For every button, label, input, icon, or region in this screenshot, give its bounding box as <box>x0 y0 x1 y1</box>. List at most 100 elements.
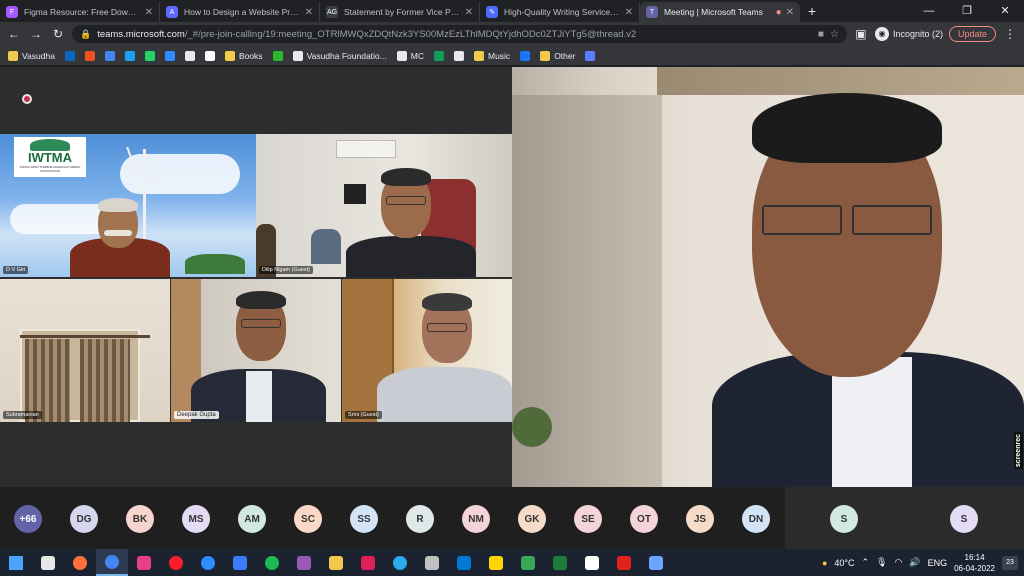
participant-avatar[interactable]: SC <box>294 505 322 533</box>
bookmark-item[interactable] <box>204 50 215 61</box>
lock-icon[interactable]: 🔒 <box>80 29 91 40</box>
active-speaker-tile[interactable]: screenrec <box>512 67 1024 487</box>
participant-avatar[interactable]: SE <box>574 505 602 533</box>
participant-avatar[interactable]: JS <box>686 505 714 533</box>
chrome-icon[interactable] <box>96 549 128 576</box>
bookmark-label: Other <box>554 50 576 61</box>
bookmark-item[interactable] <box>585 50 596 61</box>
forward-arrow-icon[interactable]: → <box>28 27 44 41</box>
menu-kebab-icon[interactable]: ⋮ <box>1002 27 1018 41</box>
chevron-up-icon[interactable]: ⌃ <box>862 557 870 568</box>
bookmark-item[interactable] <box>124 50 135 61</box>
participant-avatar[interactable]: R <box>406 505 434 533</box>
weather-temp[interactable]: 40°C <box>834 558 854 568</box>
bookmark-star-icon[interactable]: ☆ <box>830 29 839 40</box>
video-tile-srini[interactable]: Srini (Guest) <box>342 279 512 422</box>
clock[interactable]: 16:14 06-04-2022 <box>954 552 995 574</box>
notes-icon[interactable] <box>224 549 256 576</box>
bookmark-item[interactable]: Other <box>540 50 576 61</box>
volume-icon[interactable]: 🔊 <box>909 557 920 568</box>
bookmark-item[interactable] <box>64 50 75 61</box>
back-arrow-icon[interactable]: ← <box>6 27 22 41</box>
participant-avatar[interactable]: DN <box>742 505 770 533</box>
update-button[interactable]: Update <box>948 26 996 42</box>
bookmark-item[interactable] <box>164 50 175 61</box>
close-icon[interactable]: ✕ <box>465 7 473 18</box>
excel-icon[interactable] <box>544 549 576 576</box>
folder-icon[interactable] <box>320 549 352 576</box>
bookmark-item[interactable] <box>184 50 195 61</box>
notifications-button[interactable]: 23 <box>1002 555 1018 570</box>
close-icon[interactable]: ✕ <box>625 7 633 18</box>
slack-icon[interactable] <box>352 549 384 576</box>
reload-icon[interactable]: ↻ <box>50 27 66 41</box>
sticky-notes-icon[interactable] <box>480 549 512 576</box>
bookmark-item[interactable]: Music <box>473 50 510 61</box>
close-window-button[interactable]: ✕ <box>986 0 1024 22</box>
close-icon[interactable]: ✕ <box>786 7 794 18</box>
camera-icon[interactable]: ■ <box>818 29 824 40</box>
weather-icon[interactable]: ● <box>822 558 827 568</box>
firefox-icon[interactable] <box>64 549 96 576</box>
telegram-icon[interactable] <box>384 549 416 576</box>
bookmark-item[interactable]: Books <box>224 50 263 61</box>
bookmark-item[interactable] <box>84 50 95 61</box>
bookmark-item[interactable] <box>520 50 531 61</box>
language-indicator[interactable]: ENG <box>928 558 948 568</box>
bookmark-item[interactable] <box>453 50 464 61</box>
files-icon[interactable] <box>640 549 672 576</box>
network-icon[interactable]: ◠ <box>894 557 902 568</box>
windows-icon[interactable] <box>0 549 32 576</box>
participant-avatar[interactable]: +66 <box>14 505 42 533</box>
participant-avatar[interactable]: SS <box>350 505 378 533</box>
bookmark-item[interactable]: Vasudha Foundatio... <box>292 50 387 61</box>
bookmark-item[interactable]: MC <box>396 50 424 61</box>
tab-teams-meeting[interactable]: T Meeting | Microsoft Teams ● ✕ <box>640 2 800 22</box>
opera-icon[interactable] <box>160 549 192 576</box>
participant-avatar[interactable]: NM <box>462 505 490 533</box>
url-text[interactable]: teams.microsoft.com/_#/pre-join-calling/… <box>97 29 812 40</box>
participant-avatar[interactable]: MS <box>182 505 210 533</box>
winrar-icon[interactable] <box>288 549 320 576</box>
bookmark-item[interactable] <box>144 50 155 61</box>
bookmark-item[interactable] <box>104 50 115 61</box>
incognito-indicator[interactable]: ◉ Incognito (2) <box>874 27 943 41</box>
bookmark-item[interactable]: Vasudha <box>8 50 55 61</box>
mic-icon[interactable]: 🎙 <box>876 557 887 568</box>
tab-prototype[interactable]: A How to Design a Website Prototy ✕ <box>160 2 320 22</box>
side-panel-icon[interactable]: ▣ <box>853 27 869 41</box>
video-tile-deepak-gupta[interactable]: Deepak Gupta <box>171 279 341 422</box>
video-tile-dilip-nigam[interactable]: Dilip Nigam (Guest) <box>256 134 512 277</box>
participant-avatar[interactable]: DG <box>70 505 98 533</box>
zoom-icon[interactable] <box>192 549 224 576</box>
address-bar[interactable]: 🔒 teams.microsoft.com/_#/pre-join-callin… <box>72 25 847 43</box>
participant-avatar[interactable]: GK <box>518 505 546 533</box>
bug-icon[interactable] <box>128 549 160 576</box>
spotify-icon[interactable] <box>256 549 288 576</box>
shirt-shape <box>246 371 272 422</box>
video-tile-subramanian[interactable]: Subramanian <box>0 279 170 422</box>
close-icon[interactable]: ✕ <box>305 7 313 18</box>
store-icon[interactable] <box>448 549 480 576</box>
participant-avatar[interactable]: AM <box>238 505 266 533</box>
new-tab-button[interactable]: + <box>800 2 824 22</box>
app-glyph <box>105 554 119 569</box>
bookmark-item[interactable] <box>433 50 444 61</box>
tab-statement[interactable]: AG Statement by Former Vice Presid ✕ <box>320 2 480 22</box>
video-tile-dv-giri[interactable]: IWTMA INDIAN WIND TURBINE MANUFACTURERS … <box>0 134 256 277</box>
tab-writing[interactable]: ✎ High-Quality Writing Services | F ✕ <box>480 2 640 22</box>
cursor-icon[interactable] <box>576 549 608 576</box>
maximize-button[interactable]: ❐ <box>948 0 986 22</box>
settings-icon[interactable] <box>32 549 64 576</box>
calculator-icon[interactable] <box>416 549 448 576</box>
participant-avatar[interactable]: S <box>950 505 978 533</box>
participant-avatar[interactable]: BK <box>126 505 154 533</box>
minimize-button[interactable]: — <box>910 0 948 22</box>
close-icon[interactable]: ✕ <box>145 7 153 18</box>
bookmark-item[interactable] <box>272 50 283 61</box>
participant-avatar[interactable]: OT <box>630 505 658 533</box>
downloads-icon[interactable] <box>512 549 544 576</box>
tab-figma[interactable]: F Figma Resource: Free Download ✕ <box>0 2 160 22</box>
acrobat-icon[interactable] <box>608 549 640 576</box>
participant-avatar[interactable]: S <box>830 505 858 533</box>
